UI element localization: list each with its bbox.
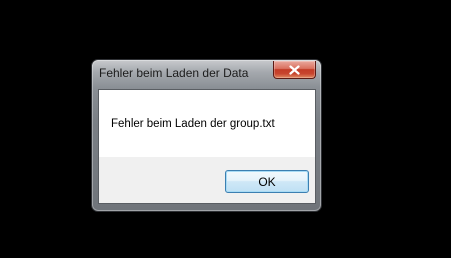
error-message: Fehler beim Laden der group.txt xyxy=(111,118,275,130)
dialog-titlebar[interactable]: Fehler beim Laden der Data xyxy=(92,60,321,88)
error-dialog: Fehler beim Laden der Data Fehler beim L… xyxy=(91,59,322,212)
ok-button[interactable]: OK xyxy=(225,170,309,193)
close-icon xyxy=(289,64,300,75)
message-area: Fehler beim Laden der group.txt xyxy=(99,90,315,157)
close-button[interactable] xyxy=(273,61,316,79)
dialog-body: Fehler beim Laden der group.txt OK xyxy=(98,89,316,204)
dialog-title: Fehler beim Laden der Data xyxy=(99,66,249,80)
